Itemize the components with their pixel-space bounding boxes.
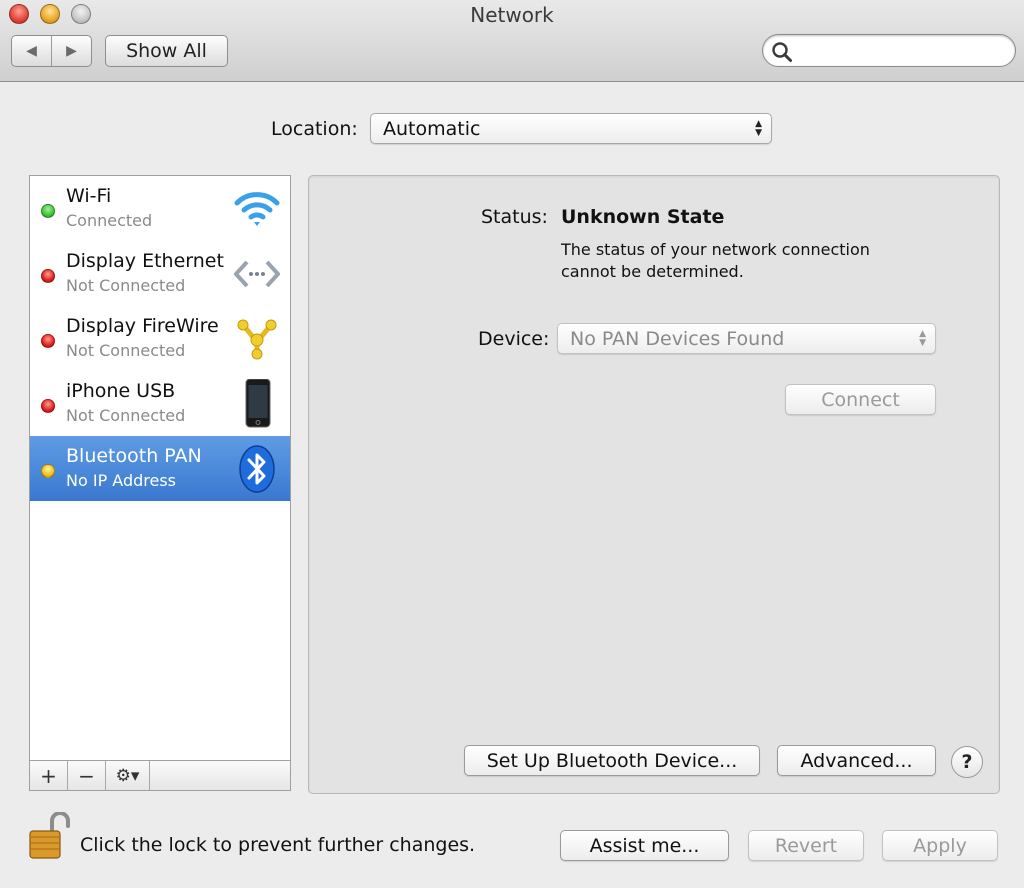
lock-message: Click the lock to prevent further change… (80, 834, 476, 856)
service-item-display-ethernet[interactable]: Display Ethernet Not Connected (30, 241, 290, 306)
service-item-bluetooth-pan[interactable]: Bluetooth PAN No IP Address (30, 436, 290, 501)
status-value: Unknown State (561, 206, 725, 228)
location-value: Automatic (383, 117, 481, 140)
plus-icon: + (40, 763, 57, 788)
location-label: Location: (271, 118, 358, 140)
status-dot-icon (41, 269, 55, 283)
service-status: Not Connected (66, 406, 186, 425)
search-icon (771, 41, 793, 67)
status-label: Status: (481, 206, 548, 228)
device-label: Device: (478, 328, 550, 350)
status-dot-icon (41, 204, 55, 218)
forward-button[interactable]: ▶ (51, 36, 91, 66)
popup-arrows-icon: ▲ ▼ (919, 328, 926, 348)
minus-icon: − (78, 763, 95, 788)
gear-icon: ⚙▾ (115, 765, 140, 786)
back-forward-control: ◀ ▶ (11, 35, 92, 67)
advanced-button[interactable]: Advanced... (777, 745, 936, 776)
revert-button[interactable]: Revert (748, 830, 864, 861)
forward-arrow-icon: ▶ (66, 43, 77, 59)
service-item-wifi[interactable]: Wi-Fi Connected (30, 176, 290, 241)
device-popup[interactable]: No PAN Devices Found ▲ ▼ (557, 323, 936, 354)
add-service-button[interactable]: + (30, 761, 68, 790)
service-item-iphone-usb[interactable]: iPhone USB Not Connected (30, 371, 290, 436)
service-status: Not Connected (66, 276, 186, 295)
service-name: Bluetooth PAN (66, 445, 202, 467)
setup-bluetooth-device-button[interactable]: Set Up Bluetooth Device... (464, 745, 760, 776)
service-name: iPhone USB (66, 380, 176, 402)
iphone-icon (234, 379, 280, 428)
status-description: The status of your network connection ca… (561, 240, 870, 281)
search-field[interactable] (762, 34, 1016, 67)
service-list-toolbar: + − ⚙▾ (30, 760, 290, 790)
service-status: Not Connected (66, 341, 186, 360)
assist-me-button[interactable]: Assist me... (560, 830, 729, 861)
back-button[interactable]: ◀ (12, 36, 51, 66)
remove-service-button[interactable]: − (68, 761, 106, 790)
device-value: No PAN Devices Found (570, 327, 785, 350)
status-dot-icon (41, 399, 55, 413)
bluetooth-icon (234, 445, 280, 493)
show-all-button[interactable]: Show All (105, 35, 228, 67)
apply-button[interactable]: Apply (882, 830, 998, 861)
lock-icon[interactable] (28, 811, 72, 860)
service-status: Connected (66, 211, 153, 230)
search-input[interactable] (799, 39, 1004, 63)
wifi-icon (234, 188, 280, 230)
action-menu-button[interactable]: ⚙▾ (106, 761, 150, 790)
service-name: Display Ethernet (66, 250, 224, 272)
connect-button[interactable]: Connect (785, 384, 936, 415)
firewire-icon (234, 318, 280, 360)
service-name: Display FireWire (66, 315, 219, 337)
service-item-display-firewire[interactable]: Display FireWire Not Connected (30, 306, 290, 371)
location-popup[interactable]: Automatic ▲ ▼ (370, 113, 772, 144)
service-name: Wi-Fi (66, 185, 112, 207)
status-dot-icon (41, 464, 55, 478)
ethernet-icon (234, 253, 280, 295)
help-button[interactable]: ? (951, 746, 983, 778)
status-dot-icon (41, 334, 55, 348)
service-list: Wi-Fi Connected Display Ethernet Not Con… (29, 175, 291, 791)
back-arrow-icon: ◀ (26, 43, 37, 59)
window-title: Network (470, 3, 554, 27)
popup-arrows-icon: ▲ ▼ (755, 118, 762, 138)
service-status: No IP Address (66, 471, 177, 490)
window-toolbar: Network ◀ ▶ Show All (0, 0, 1024, 82)
